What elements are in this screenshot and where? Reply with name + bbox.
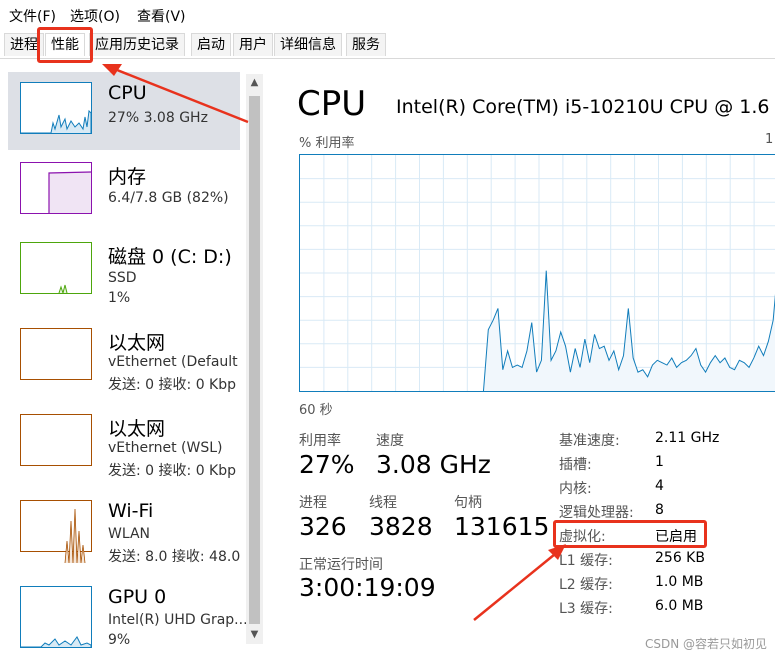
- threads-label: 线程: [369, 495, 397, 511]
- tab-details[interactable]: 详细信息: [274, 33, 342, 56]
- resource-detail: SSD: [108, 270, 137, 286]
- resource-item-wifi[interactable]: Wi-Fi WLAN 发送: 8.0 接收: 48.0: [8, 490, 240, 568]
- scroll-thumb[interactable]: [249, 96, 260, 624]
- speed-value: 3.08 GHz: [376, 450, 491, 479]
- gpu-graph-icon: [20, 586, 92, 648]
- resource-item-ethernet-default[interactable]: 以太网 vEthernet (Default 发送: 0 接收: 0 Kbp: [8, 318, 240, 396]
- handles-label: 句柄: [454, 495, 482, 511]
- processes-value: 326: [299, 512, 347, 541]
- uptime-value: 3:00:19:09: [299, 573, 436, 602]
- menu-file[interactable]: 文件(F): [9, 6, 56, 26]
- scroll-up-icon[interactable]: ▲: [246, 74, 263, 92]
- graph-max: 1: [765, 132, 774, 147]
- logical-processors-value: 8: [655, 502, 664, 518]
- cpu-graph-icon: [20, 82, 92, 134]
- l1-cache-value: 256 KB: [655, 550, 705, 566]
- resource-title: 内存: [108, 166, 147, 188]
- resource-detail: 1%: [108, 290, 131, 306]
- resource-item-cpu[interactable]: CPU 27% 3.08 GHz: [8, 72, 240, 150]
- tab-app-history[interactable]: 应用历史记录: [89, 33, 185, 56]
- cores-label: 内核:: [559, 481, 592, 497]
- tab-startup[interactable]: 启动: [191, 33, 231, 56]
- cpu-detail-panel: CPU Intel(R) Core(TM) i5-10210U CPU @ 1.…: [270, 70, 775, 658]
- resource-detail: vEthernet (Default: [108, 354, 238, 370]
- resource-detail: vEthernet (WSL): [108, 440, 223, 456]
- tab-bar: 进程 性能 应用历史记录 启动 用户 详细信息 服务: [0, 31, 775, 59]
- virtualization-highlight-box: [553, 520, 707, 548]
- page-title: CPU: [297, 84, 367, 124]
- uptime-label: 正常运行时间: [299, 557, 383, 573]
- menu-view[interactable]: 查看(V): [137, 6, 186, 26]
- logical-processors-label: 逻辑处理器:: [559, 505, 634, 521]
- cpu-usage-area: [483, 270, 775, 391]
- handles-value: 131615: [454, 512, 550, 541]
- sidebar-scrollbar[interactable]: ▲ ▼: [246, 74, 263, 644]
- memory-graph-icon: [20, 162, 92, 214]
- l2-cache-value: 1.0 MB: [655, 574, 704, 590]
- resource-detail: Intel(R) UHD Grap...: [108, 612, 248, 628]
- l2-cache-label: L2 缓存:: [559, 577, 613, 593]
- ethernet-graph-icon: [20, 414, 92, 466]
- resource-detail: 发送: 0 接收: 0 Kbp: [108, 463, 237, 479]
- scroll-down-icon[interactable]: ▼: [246, 626, 263, 644]
- wifi-graph-icon: [20, 500, 92, 563]
- utilization-label: 利用率: [299, 433, 341, 449]
- disk-graph-icon: [20, 242, 92, 294]
- resource-detail: 发送: 8.0 接收: 48.0: [108, 549, 241, 565]
- resource-item-ethernet-wsl[interactable]: 以太网 vEthernet (WSL) 发送: 0 接收: 0 Kbp: [8, 404, 240, 482]
- cpu-model: Intel(R) Core(TM) i5-10210U CPU @ 1.6: [396, 96, 770, 118]
- watermark: CSDN @容若只如初见: [644, 637, 767, 651]
- resource-title: Wi-Fi: [108, 500, 154, 522]
- cores-value: 4: [655, 478, 664, 494]
- tab-services[interactable]: 服务: [346, 33, 386, 56]
- l1-cache-label: L1 缓存:: [559, 553, 613, 569]
- resource-list: CPU 27% 3.08 GHz 内存 6.4/7.8 GB (82%) 磁盘 …: [0, 70, 264, 658]
- resource-item-disk[interactable]: 磁盘 0 (C: D:) SSD 1%: [8, 232, 240, 310]
- ethernet-graph-icon: [20, 328, 92, 380]
- resource-detail: 27% 3.08 GHz: [108, 110, 208, 126]
- graph-time: 60 秒: [299, 403, 333, 418]
- resource-item-gpu[interactable]: GPU 0 Intel(R) UHD Grap... 9%: [8, 576, 248, 654]
- sockets-value: 1: [655, 454, 664, 470]
- resource-title: GPU 0: [108, 586, 167, 608]
- tab-highlight-box: [37, 27, 93, 63]
- resource-title: 以太网: [108, 332, 166, 354]
- speed-label: 速度: [376, 433, 404, 449]
- threads-value: 3828: [369, 512, 433, 541]
- utilization-value: 27%: [299, 450, 355, 479]
- menu-options[interactable]: 选项(O): [70, 6, 120, 26]
- resource-title: CPU: [108, 82, 147, 104]
- resource-detail: 9%: [108, 632, 131, 648]
- base-speed-label: 基准速度:: [559, 433, 620, 449]
- l3-cache-value: 6.0 MB: [655, 598, 704, 614]
- resource-item-memory[interactable]: 内存 6.4/7.8 GB (82%): [8, 152, 240, 230]
- resource-detail: 6.4/7.8 GB (82%): [108, 190, 229, 206]
- l3-cache-label: L3 缓存:: [559, 601, 613, 617]
- base-speed-value: 2.11 GHz: [655, 430, 720, 446]
- menu-bar: 文件(F) 选项(O) 查看(V): [0, 0, 775, 30]
- cpu-utilization-graph: [299, 154, 775, 392]
- processes-label: 进程: [299, 495, 327, 511]
- graph-label: % 利用率: [299, 136, 355, 151]
- sockets-label: 插槽:: [559, 457, 592, 473]
- tab-users[interactable]: 用户: [233, 33, 273, 56]
- resource-detail: WLAN: [108, 526, 151, 542]
- resource-title: 以太网: [108, 418, 166, 440]
- resource-title: 磁盘 0 (C: D:): [108, 246, 232, 268]
- resource-detail: 发送: 0 接收: 0 Kbp: [108, 377, 237, 393]
